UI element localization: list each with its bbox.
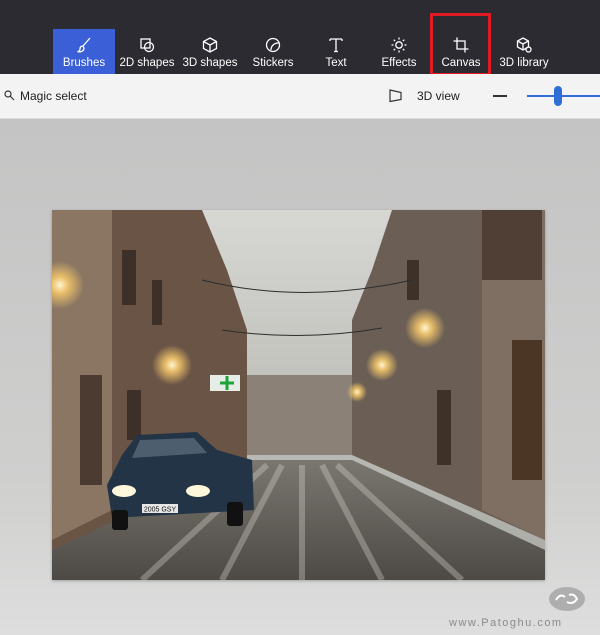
tool-brushes[interactable]: Brushes xyxy=(53,29,115,74)
tool-2d-shapes[interactable]: 2D shapes xyxy=(117,29,177,74)
tool-text[interactable]: Text xyxy=(306,29,366,74)
canvas-highlight-box xyxy=(430,13,491,76)
license-plate-text: 2005 GSY xyxy=(144,507,177,514)
tool-3d-library[interactable]: 3D library xyxy=(494,29,554,74)
sun-icon xyxy=(391,37,407,53)
magic-select-label: Magic select xyxy=(20,89,87,103)
tool-label: Effects xyxy=(381,57,417,69)
tool-label: Brushes xyxy=(62,57,106,69)
shapes-2d-icon xyxy=(140,38,155,53)
tool-stickers[interactable]: Stickers xyxy=(243,29,303,74)
zoom-slider-thumb[interactable] xyxy=(554,86,562,106)
tool-effects[interactable]: Effects xyxy=(369,29,429,74)
magic-select-icon xyxy=(4,90,15,101)
view-3d-icon xyxy=(389,89,402,103)
tool-label: Text xyxy=(325,57,347,69)
magic-select-button[interactable]: Magic select xyxy=(4,89,87,103)
top-toolbar: Brushes 2D shapes 3D shapes Stickers Tex… xyxy=(0,0,600,74)
watermark-text: www.Patoghu.com xyxy=(449,617,563,629)
zoom-out-icon[interactable] xyxy=(493,95,507,97)
view-3d-button[interactable]: 3D view xyxy=(388,88,460,103)
canvas-image[interactable]: 2005 GSY xyxy=(52,210,545,580)
options-bar: Magic select 3D view xyxy=(0,74,600,119)
text-icon xyxy=(329,38,343,53)
watermark-logo xyxy=(549,587,585,611)
tool-label: 3D shapes xyxy=(182,57,238,69)
cube-icon xyxy=(202,37,218,53)
library-3d-icon xyxy=(516,37,532,53)
tool-3d-shapes[interactable]: 3D shapes xyxy=(180,29,240,74)
view-3d-label: 3D view xyxy=(417,88,460,103)
sticker-icon xyxy=(265,37,281,53)
brush-icon xyxy=(77,37,91,53)
zoom-slider-track[interactable] xyxy=(527,95,600,97)
tool-label: Stickers xyxy=(252,57,294,69)
tool-label: 3D library xyxy=(499,57,549,69)
tool-label: 2D shapes xyxy=(119,57,175,69)
